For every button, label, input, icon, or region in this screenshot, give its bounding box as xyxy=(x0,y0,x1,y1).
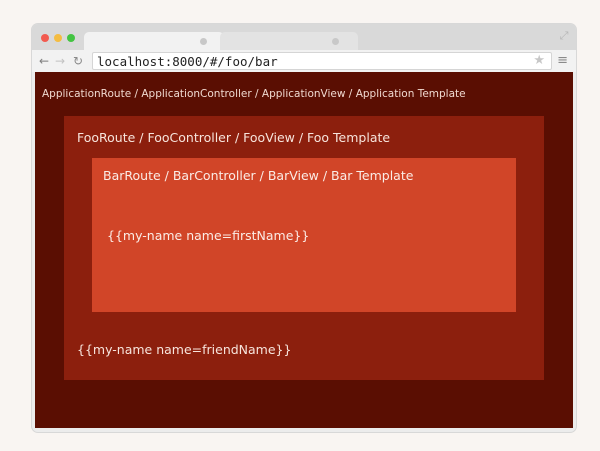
title-bar: ⤢ xyxy=(32,24,576,50)
maximize-window-icon[interactable] xyxy=(67,34,75,42)
application-template: ApplicationRoute / ApplicationController… xyxy=(35,72,573,428)
foo-template: FooRoute / FooController / FooView / Foo… xyxy=(64,116,544,380)
close-window-icon[interactable] xyxy=(41,34,49,42)
browser-toolbar: ← → ↻ localhost:8000/#/foo/bar ★ ≡ xyxy=(32,50,576,72)
foo-component-code: {{my-name name=friendName}} xyxy=(77,342,292,357)
reload-icon[interactable]: ↻ xyxy=(72,53,84,69)
star-icon[interactable]: ★ xyxy=(533,53,545,69)
tab-close-icon[interactable] xyxy=(332,38,339,45)
arrow-left-icon[interactable]: ← xyxy=(38,53,50,69)
tab-close-icon[interactable] xyxy=(200,38,207,45)
minimize-window-icon[interactable] xyxy=(54,34,62,42)
hamburger-menu-icon[interactable]: ≡ xyxy=(557,53,568,69)
bar-template: BarRoute / BarController / BarView / Bar… xyxy=(92,158,516,312)
browser-tab-inactive[interactable] xyxy=(220,32,358,50)
bar-component-code: {{my-name name=firstName}} xyxy=(107,228,310,243)
address-bar[interactable]: localhost:8000/#/foo/bar ★ xyxy=(92,52,552,70)
foo-label: FooRoute / FooController / FooView / Foo… xyxy=(77,130,391,145)
browser-tab-active[interactable] xyxy=(84,32,224,50)
application-label: ApplicationRoute / ApplicationController… xyxy=(42,88,466,100)
expand-icon[interactable]: ⤢ xyxy=(558,30,570,42)
url-text[interactable]: localhost:8000/#/foo/bar xyxy=(97,54,278,69)
bar-label: BarRoute / BarController / BarView / Bar… xyxy=(103,168,414,183)
arrow-right-icon[interactable]: → xyxy=(54,53,66,69)
browser-window: ⤢ ← → ↻ localhost:8000/#/foo/bar ★ ≡ App… xyxy=(32,24,576,432)
